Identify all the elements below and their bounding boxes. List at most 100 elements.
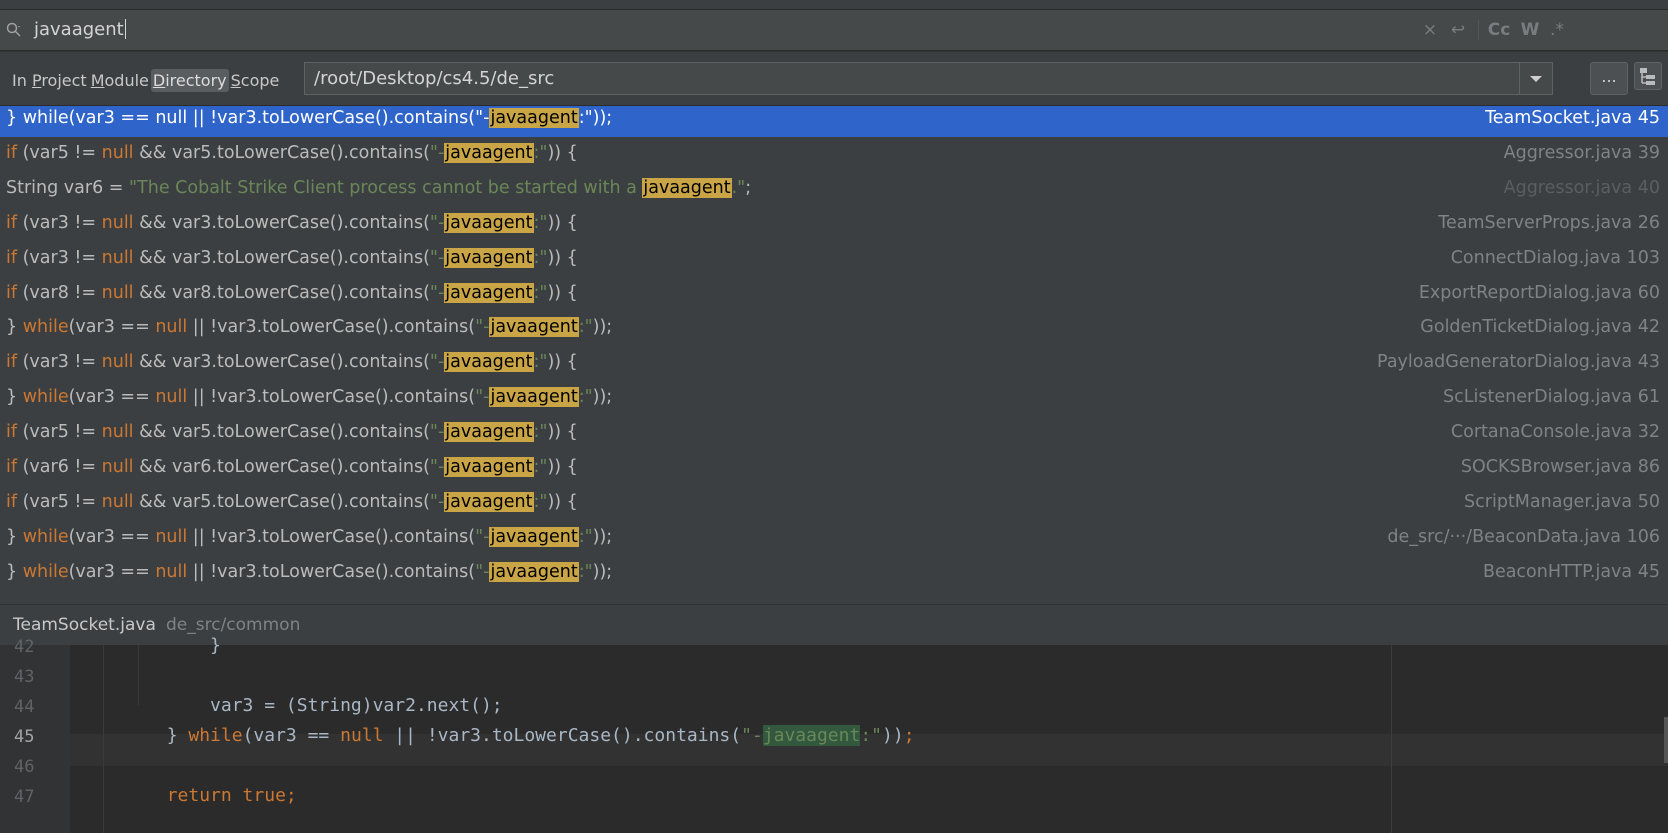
scope-bar: In Project Module Directory Scope /root/… — [0, 51, 1668, 105]
result-file-name: PayloadGeneratorDialog.java — [1377, 352, 1633, 373]
scrollbar-thumb[interactable] — [1664, 717, 1668, 763]
match-highlight: javaagent — [762, 725, 861, 746]
recursive-tree-icon[interactable] — [1634, 62, 1662, 90]
result-line-number: 39 — [1637, 142, 1660, 163]
right-margin-guide — [1391, 645, 1392, 833]
code-keyword: if — [6, 491, 18, 512]
directory-combobox[interactable]: /root/Desktop/cs4.5/de_src — [304, 62, 1553, 95]
result-row[interactable]: if (var3 != null && var3.toLowerCase().c… — [0, 205, 1668, 242]
tab-in-project[interactable]: In Project — [10, 69, 89, 92]
result-row[interactable]: if (var3 != null && var3.toLowerCase().c… — [0, 344, 1668, 381]
result-row[interactable]: if (var8 != null && var8.toLowerCase().c… — [0, 275, 1668, 312]
result-code: if (var8 != null && var8.toLowerCase().c… — [6, 275, 578, 312]
clear-search-icon[interactable]: × — [1420, 17, 1440, 43]
code-text: || !var3.toLowerCase().contains( — [187, 108, 476, 128]
result-location: ExportReportDialog.java 60 — [1419, 275, 1660, 312]
code-string: "- — [475, 526, 490, 547]
result-file-name: de_src/···/BeaconData.java — [1387, 526, 1622, 547]
code-text: )) { — [547, 282, 578, 303]
code-preview[interactable]: 42 } 43 44 var3 = (String)var2.next(); 45 }… — [0, 635, 1668, 833]
result-code: if (var6 != null && var6.toLowerCase().c… — [6, 449, 578, 486]
result-location: ScriptManager.java 50 — [1464, 484, 1660, 521]
result-row[interactable]: if (var3 != null && var3.toLowerCase().c… — [0, 240, 1668, 277]
code-text: ; — [745, 177, 752, 198]
code-text: && var5.toLowerCase().contains( — [133, 491, 430, 512]
line-number: 43 — [14, 667, 35, 687]
code-keyword: if — [6, 282, 18, 303]
result-row[interactable]: } while(var3 == null || !var3.toLowerCas… — [0, 106, 1668, 137]
code-string: "- — [475, 561, 490, 582]
tab-directory[interactable]: Directory — [150, 69, 229, 92]
result-line-number: 42 — [1637, 317, 1660, 338]
code-text: && var8.toLowerCase().contains( — [133, 282, 430, 303]
whole-words-button[interactable]: W — [1518, 17, 1542, 43]
tab-module[interactable]: Module — [89, 69, 151, 92]
result-file-name: ScListenerDialog.java — [1443, 387, 1633, 408]
match-highlight: javaagent — [444, 457, 534, 477]
code-keyword: if — [6, 247, 18, 268]
code-string: "The Cobalt Strike Client process cannot… — [129, 177, 643, 198]
code-text: (var3 != — [17, 212, 102, 233]
search-icon[interactable] — [6, 22, 22, 38]
result-line-number: 26 — [1637, 212, 1660, 233]
code-text: } — [6, 108, 23, 128]
code-keyword: null — [101, 247, 134, 268]
window-top-strip — [0, 0, 1668, 10]
result-row[interactable]: } while(var3 == null || !var3.toLowerCas… — [0, 309, 1668, 346]
result-location: Aggressor.java 40 — [1504, 170, 1660, 207]
result-file-name: BeaconHTTP.java — [1482, 561, 1633, 582]
result-location: CortanaConsole.java 32 — [1451, 414, 1660, 451]
match-highlight: javaagent — [444, 352, 534, 373]
code-text: || !var3.toLowerCase().contains( — [187, 526, 476, 547]
new-line-icon[interactable]: ↩ — [1446, 17, 1470, 43]
result-row[interactable]: if (var5 != null && var5.toLowerCase().c… — [0, 484, 1668, 521]
match-highlight: javaagent — [489, 108, 579, 128]
code-keyword: if — [6, 422, 18, 443]
code-string: "- — [429, 212, 445, 233]
result-row[interactable]: String var6 = "The Cobalt Strike Client … — [0, 170, 1668, 207]
code-string: "- — [429, 422, 445, 443]
directory-path[interactable]: /root/Desktop/cs4.5/de_src — [314, 68, 554, 89]
result-code: if (var5 != null && var5.toLowerCase().c… — [6, 414, 578, 451]
code-text: (var3 == — [68, 108, 156, 128]
code-keyword: while — [22, 317, 69, 338]
code-keyword: null — [155, 526, 188, 547]
line-number: 45 — [14, 727, 35, 747]
result-row[interactable]: } while(var3 == null || !var3.toLowerCas… — [0, 379, 1668, 416]
result-location: de_src/···/BeaconData.java 106 — [1387, 519, 1660, 556]
code-keyword: if — [6, 142, 18, 163]
code-string: :" — [533, 422, 548, 443]
code-text: || !var3.toLowerCase().contains( — [187, 561, 476, 582]
result-row[interactable]: if (var5 != null && var5.toLowerCase().c… — [0, 414, 1668, 451]
code-string: :" — [578, 108, 593, 128]
match-highlight: javaagent — [444, 491, 534, 512]
result-line-number: 60 — [1637, 282, 1660, 303]
code-line: } while(var3 == null || !var3.toLowerCas… — [80, 725, 915, 746]
result-location: Aggressor.java 39 — [1504, 135, 1660, 172]
result-line-number: 45 — [1637, 108, 1660, 128]
code-line: } — [80, 635, 221, 656]
browse-button[interactable]: ... — [1590, 62, 1628, 95]
line-number: 44 — [14, 697, 35, 717]
code-text: } — [6, 526, 23, 547]
result-location: TeamSocket.java 45 — [1485, 106, 1660, 137]
result-row[interactable]: } while(var3 == null || !var3.toLowerCas… — [0, 554, 1668, 591]
search-input[interactable]: javaagent — [34, 18, 126, 42]
result-file-name: SOCKSBrowser.java — [1460, 457, 1633, 477]
code-string: ." — [731, 177, 746, 198]
result-code: if (var3 != null && var3.toLowerCase().c… — [6, 344, 578, 381]
chevron-down-icon[interactable] — [1519, 63, 1552, 94]
code-keyword: null — [155, 317, 188, 338]
match-highlight: javaagent — [444, 282, 534, 303]
result-row[interactable]: if (var5 != null && var5.toLowerCase().c… — [0, 135, 1668, 172]
text-caret — [124, 19, 126, 39]
tab-scope[interactable]: Scope — [229, 69, 282, 92]
folder-tree-icon — [1640, 68, 1655, 85]
code-text: (var3 != — [17, 352, 102, 373]
match-case-button[interactable]: Cc — [1486, 17, 1512, 43]
code-string: :" — [533, 212, 548, 233]
regex-button[interactable]: .* — [1546, 17, 1568, 43]
result-row[interactable]: } while(var3 == null || !var3.toLowerCas… — [0, 519, 1668, 556]
result-row[interactable]: if (var6 != null && var6.toLowerCase().c… — [0, 449, 1668, 486]
